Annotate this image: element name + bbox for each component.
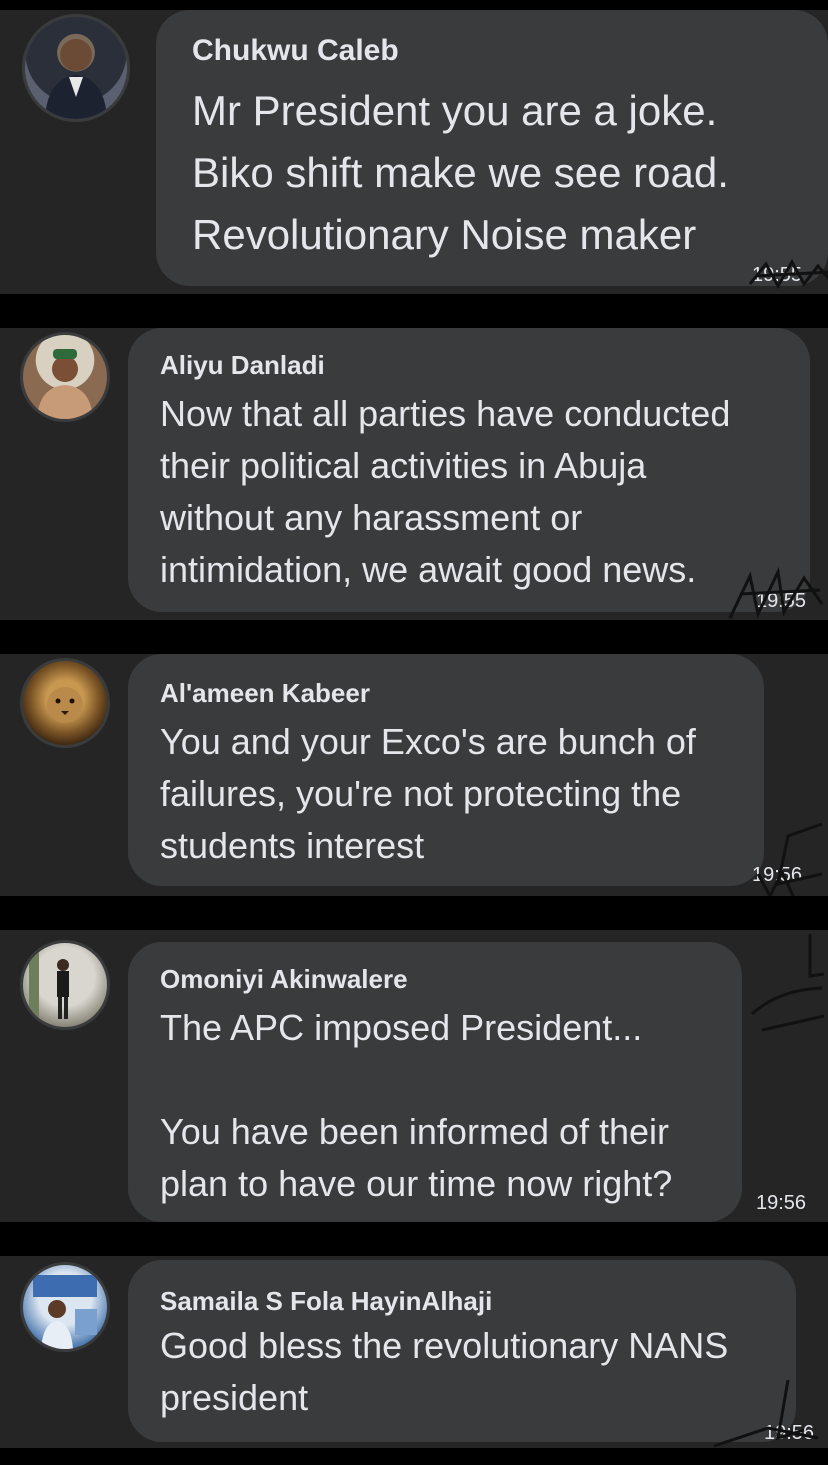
comment-author[interactable]: Aliyu Danladi xyxy=(160,350,325,381)
avatar-portrait-icon xyxy=(37,349,93,419)
comment-timestamp: 19:56 xyxy=(756,1192,807,1214)
comment-card: Al'ameen Kabeer You and your Exco's are … xyxy=(0,654,828,896)
avatar-portrait-icon xyxy=(29,947,69,1019)
comment-author[interactable]: Omoniyi Akinwalere xyxy=(160,964,408,995)
comment-timestamp: 19:56 xyxy=(764,1422,815,1444)
comment-text: Now that all parties have conducted thei… xyxy=(160,393,731,590)
comment-card: Omoniyi Akinwalere The APC imposed Presi… xyxy=(0,930,828,1222)
avatar[interactable] xyxy=(20,658,110,748)
comment-timestamp: 19:55 xyxy=(756,590,807,612)
comment-timestamp: 19:56 xyxy=(752,864,803,886)
avatar[interactable] xyxy=(20,1262,110,1352)
comment-author[interactable]: Chukwu Caleb xyxy=(192,34,399,68)
comment-timestamp: 19:55 xyxy=(752,264,803,286)
scribble-mark xyxy=(750,934,825,1032)
avatar[interactable] xyxy=(20,940,110,1030)
avatar-portrait-icon xyxy=(33,1275,97,1349)
comment-text: You and your Exco's are bunch of failure… xyxy=(160,721,696,866)
comment-text: Mr President you are a joke. Biko shift … xyxy=(192,87,729,258)
comment-card: Chukwu Caleb Mr President you are a joke… xyxy=(0,10,828,294)
comment-author[interactable]: Al'ameen Kabeer xyxy=(160,678,370,709)
avatar[interactable] xyxy=(20,332,110,422)
comment-card: Aliyu Danladi Now that all parties have … xyxy=(0,328,828,620)
comment-text: The APC imposed President... You have be… xyxy=(160,1007,673,1204)
avatar-portrait-icon xyxy=(45,39,107,119)
lion-avatar-icon xyxy=(47,687,83,723)
comment-text: Good bless the revolutionary NANS presid… xyxy=(160,1325,729,1418)
comment-author[interactable]: Samaila S Fola HayinAlhaji xyxy=(160,1286,492,1317)
avatar[interactable] xyxy=(22,14,130,122)
comment-card: Samaila S Fola HayinAlhaji Good bless th… xyxy=(0,1256,828,1448)
